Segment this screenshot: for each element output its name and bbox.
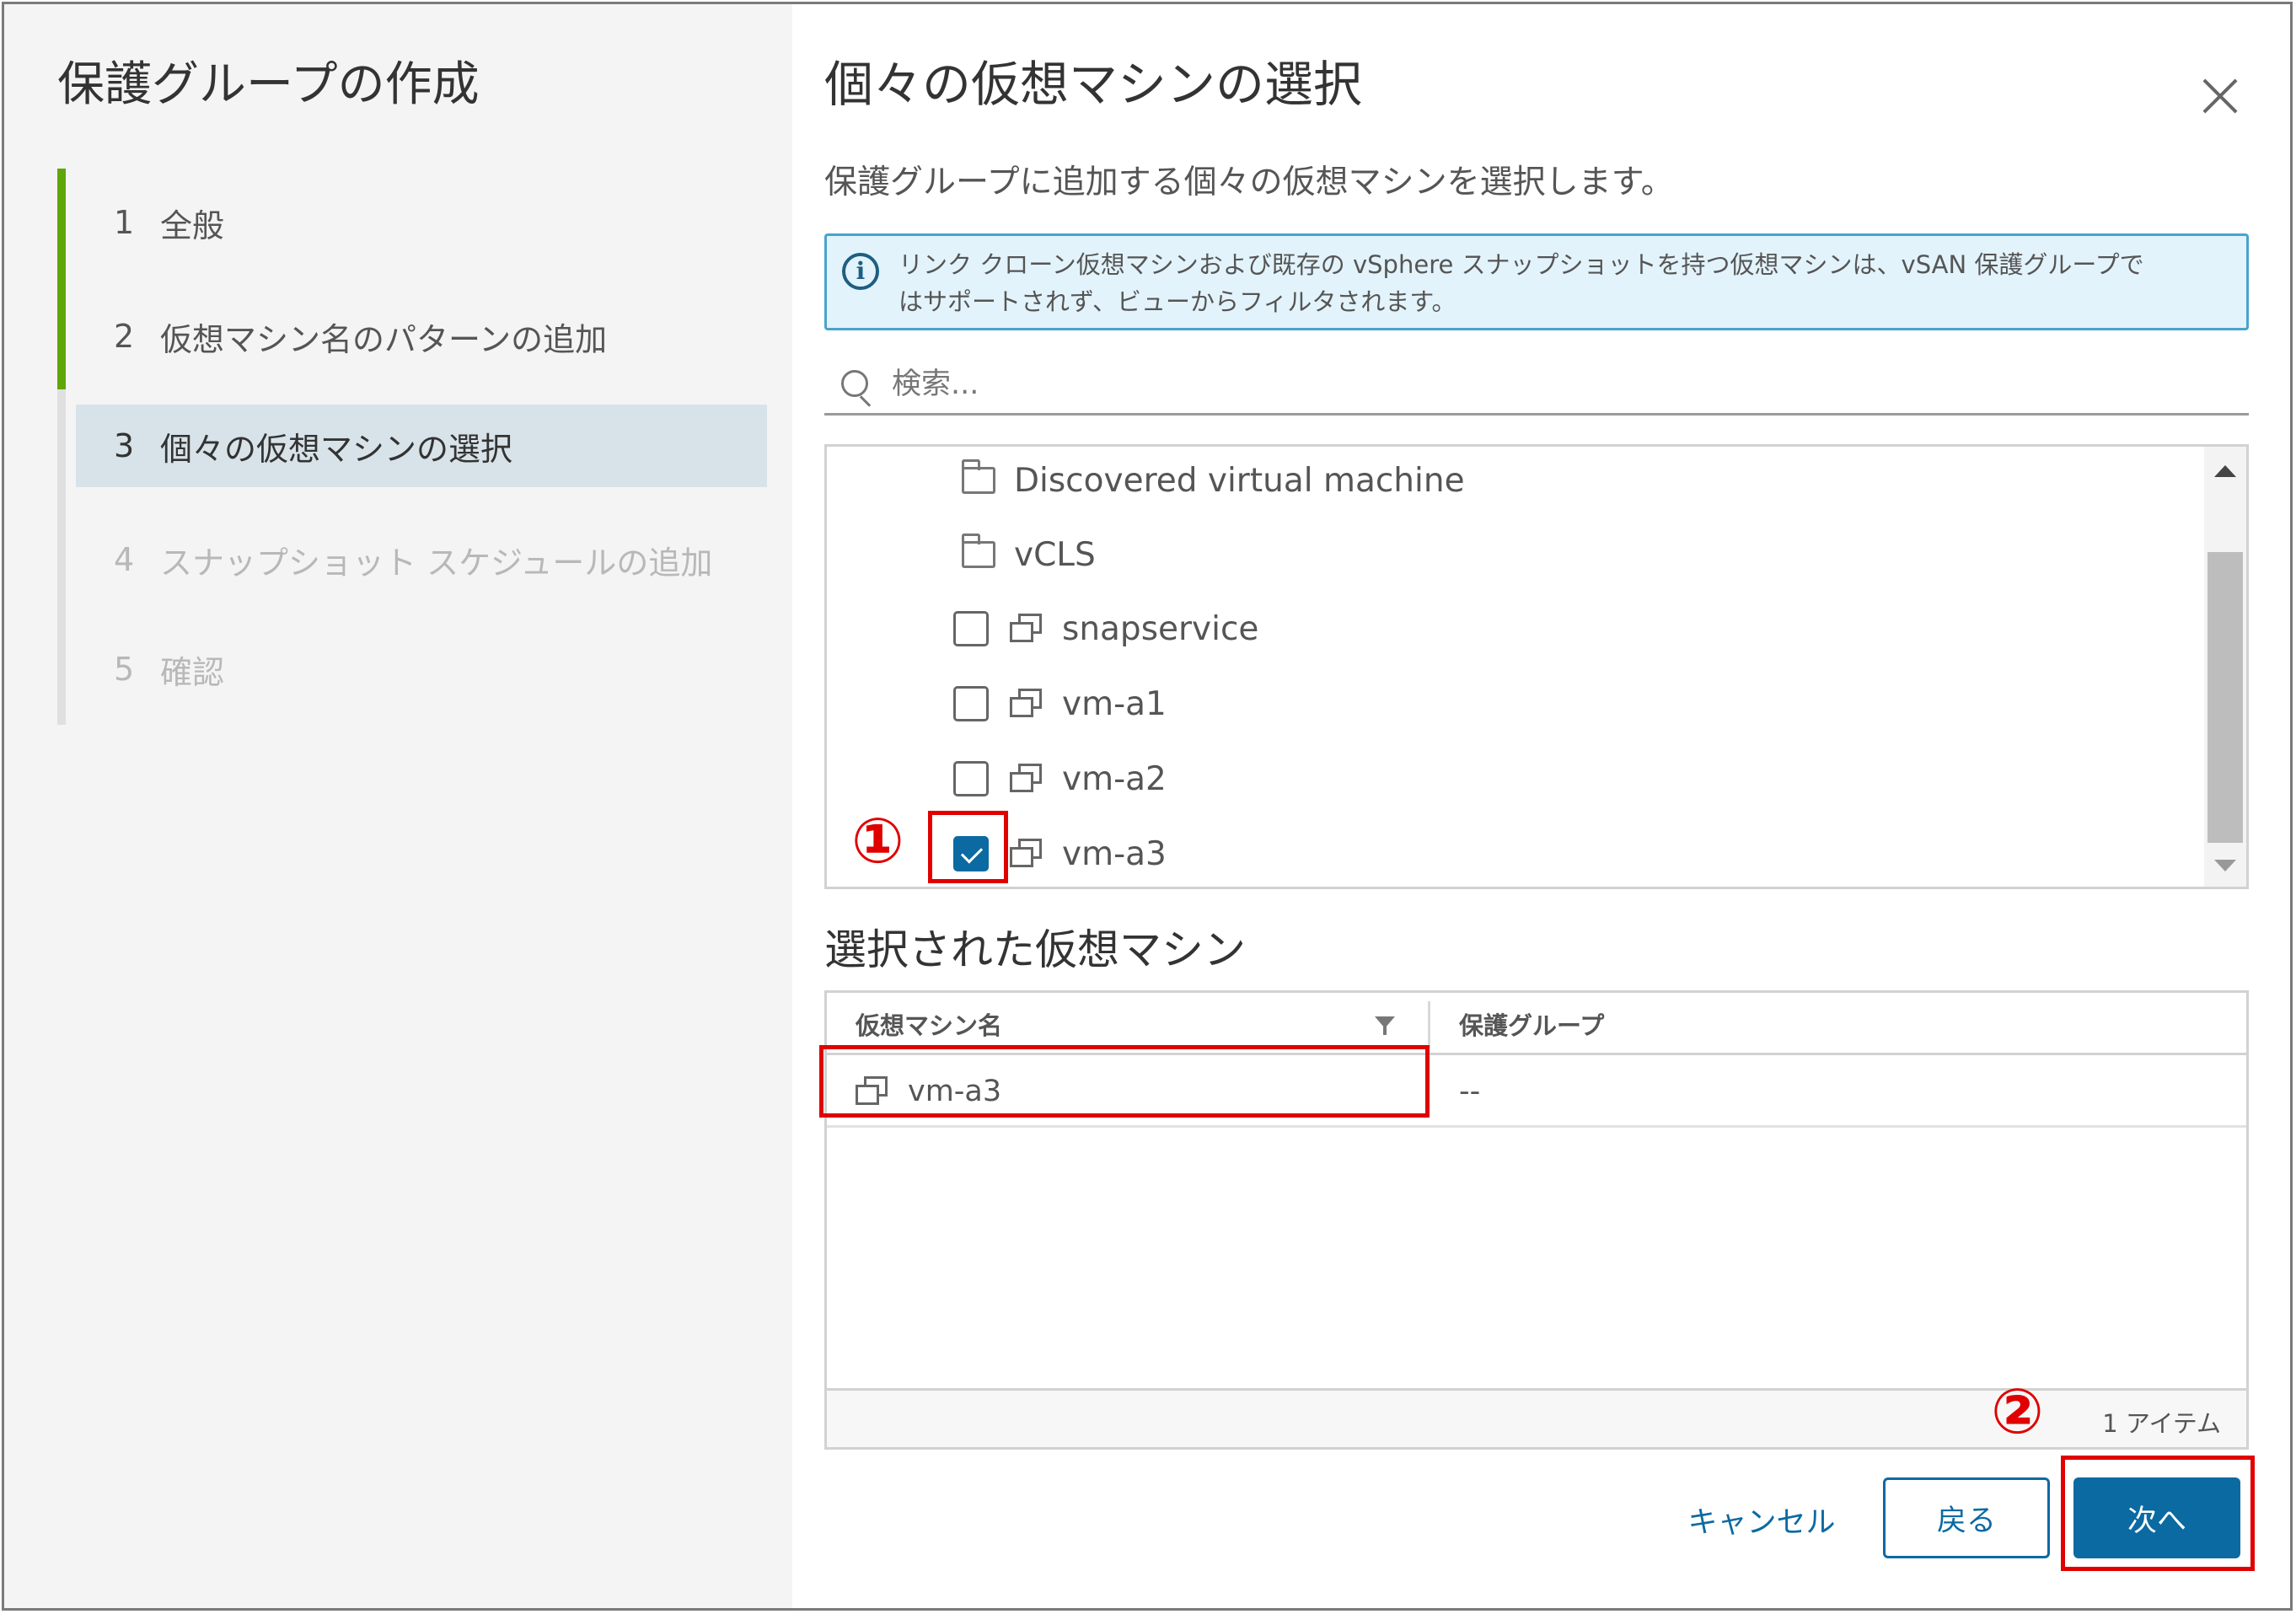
scroll-down-arrow-icon[interactable] (2214, 860, 2236, 871)
step-number: 4 (114, 541, 135, 578)
tree-vm-vm-a2: vm-a2 (953, 745, 1167, 812)
tree-folder-vcls[interactable]: vCLS (962, 521, 1096, 588)
wizard-content: 個々の仮想マシンの選択 保護グループに追加する個々の仮想マシンを選択します。 i… (792, 4, 2290, 1608)
vm-icon (1010, 837, 1043, 871)
wizard-sidebar: 保護グループの作成 1 全般 2 仮想マシン名のパターンの追加 3 個々の仮想マ… (4, 4, 792, 1608)
tree-vm-snapservice: snapservice (953, 595, 1258, 662)
step-number: 2 (114, 318, 135, 355)
annotation-box-next-button (2061, 1456, 2255, 1571)
tree-scrollbar[interactable] (2204, 447, 2246, 887)
vm-icon (1010, 687, 1043, 721)
wizard-step-select-individual-vms[interactable]: 3 個々の仮想マシンの選択 (76, 405, 767, 487)
step-number: 1 (114, 204, 135, 241)
search-bar (824, 358, 2249, 416)
wizard-step-review: 5 確認 (76, 628, 767, 710)
info-alert: i リンク クローン仮想マシンおよび既存の vSphere スナップショットを持… (824, 233, 2249, 330)
page-description: 保護グループに追加する個々の仮想マシンを選択します。 (824, 164, 1674, 201)
vm-icon (1010, 612, 1043, 646)
step-label: スナップショット スケジュールの追加 (160, 544, 713, 582)
tree-vm-label: vm-a3 (1062, 834, 1167, 873)
step-number: 3 (114, 427, 135, 464)
info-alert-line1: リンク クローン仮想マシンおよび既存の vSphere スナップショットを持つ仮… (899, 250, 2144, 279)
protection-group-cell: -- (1459, 1075, 1481, 1108)
filter-icon[interactable] (1375, 1016, 1395, 1035)
item-count: 1 アイテム (2102, 1409, 2221, 1438)
info-alert-line2: はサポートされず、ビューからフィルタされます。 (899, 287, 1456, 316)
step-label: 確認 (160, 653, 225, 691)
info-icon: i (842, 253, 879, 290)
protection-group-wizard-dialog: 保護グループの作成 1 全般 2 仮想マシン名のパターンの追加 3 個々の仮想マ… (2, 2, 2293, 1611)
search-icon (841, 370, 868, 397)
column-header-protection-group[interactable]: 保護グループ (1430, 993, 1604, 1055)
tree-folder-discovered-vm[interactable]: Discovered virtual machine (962, 447, 1465, 514)
cancel-button[interactable]: キャンセル (1652, 1479, 1871, 1560)
scroll-thumb[interactable] (2207, 552, 2243, 843)
folder-icon (962, 459, 995, 494)
step-label: 仮想マシン名のパターンの追加 (160, 320, 608, 358)
steps-progress-done (57, 169, 66, 389)
scroll-up-arrow-icon[interactable] (2214, 465, 2236, 477)
annotation-box-checkbox (928, 811, 1008, 883)
back-button[interactable]: 戻る (1883, 1477, 2050, 1558)
wizard-step-vm-name-pattern[interactable]: 2 仮想マシン名のパターンの追加 (76, 295, 767, 378)
tree-folder-label: vCLS (1014, 535, 1096, 574)
annotation-marker-2: ② (1991, 1375, 2044, 1448)
step-label: 全般 (160, 206, 225, 244)
close-icon[interactable] (2196, 72, 2246, 122)
wizard-step-snapshot-schedule: 4 スナップショット スケジュールの追加 (76, 518, 767, 601)
tree-vm-vm-a1: vm-a1 (953, 670, 1167, 737)
tree-vm-label: snapservice (1062, 609, 1259, 648)
selected-vms-title: 選択された仮想マシン (824, 925, 1246, 974)
vm-checkbox[interactable] (953, 611, 989, 646)
info-alert-text: リンク クローン仮想マシンおよび既存の vSphere スナップショットを持つ仮… (899, 246, 2230, 320)
folder-icon (962, 534, 995, 568)
wizard-step-general[interactable]: 1 全般 (76, 181, 767, 264)
vm-icon (1010, 762, 1043, 796)
step-label: 個々の仮想マシンの選択 (160, 430, 513, 468)
page-title: 個々の仮想マシンの選択 (824, 56, 1363, 113)
wizard-title: 保護グループの作成 (57, 57, 480, 112)
search-input[interactable] (892, 363, 2224, 405)
annotation-box-selected-row (819, 1045, 1430, 1118)
tree-vm-label: vm-a1 (1062, 684, 1167, 723)
step-number: 5 (114, 651, 135, 688)
vm-tree: Discovered virtual machine vCLS snapserv… (824, 444, 2249, 889)
vm-checkbox[interactable] (953, 686, 989, 721)
vm-checkbox[interactable] (953, 761, 989, 796)
tree-folder-label: Discovered virtual machine (1014, 461, 1465, 500)
tree-vm-label: vm-a2 (1062, 759, 1167, 798)
annotation-marker-1: ① (851, 805, 904, 877)
